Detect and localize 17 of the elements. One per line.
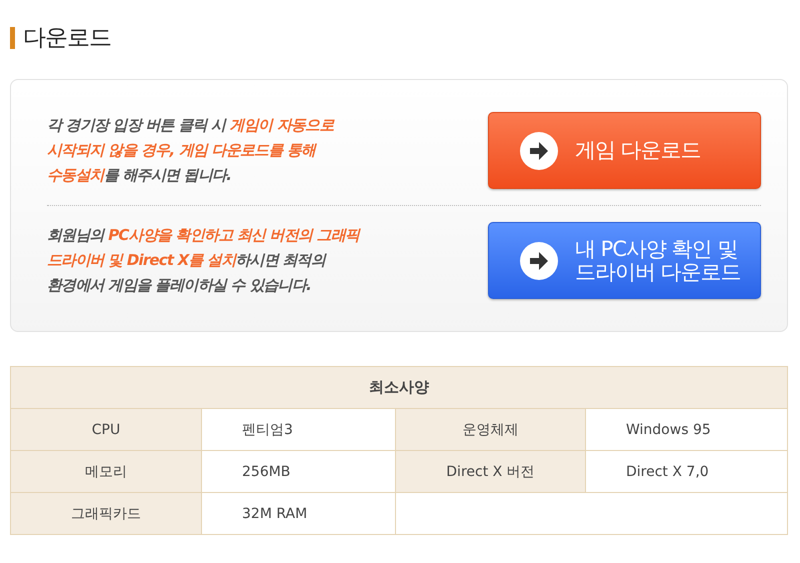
spec-label: CPU [11, 408, 201, 450]
description-text: 각 경기장 입장 버튼 클릭 시 게임이 자동으로 시작되지 않을 경우, 게임 다운로드를 통해 수동설치를 해주시면 됩니다. [47, 115, 334, 186]
description-text: 회원님의 PC사양을 확인하고 최신 버전의 그래픽 드라이버 및 Direct X를 설치하시면 최적의 환경에서 게임을 플레이하실 수 있습니다. [47, 225, 360, 296]
spec-label: 메모리 [11, 450, 201, 492]
spec-value: 32M RAM [201, 492, 395, 534]
spec-label: 그래픽카드 [11, 492, 201, 534]
spec-value: Windows 95 [585, 408, 787, 450]
spec-value: 펜티엄3 [201, 408, 395, 450]
section-title: 다운로드 [23, 24, 111, 53]
title-marker [10, 26, 15, 48]
download-button[interactable]: 게임 다운로드 [488, 112, 761, 189]
spec-label: Direct X 버전 [395, 450, 585, 492]
table-title: 최소사양 [11, 367, 787, 408]
spec-value: 256MB [201, 450, 395, 492]
spec-label: 운영체제 [395, 408, 585, 450]
download-button[interactable]: 내 PC사양 확인 및 드라이버 다운로드 [488, 222, 761, 299]
spec-value: Direct X 7,0 [585, 450, 787, 492]
